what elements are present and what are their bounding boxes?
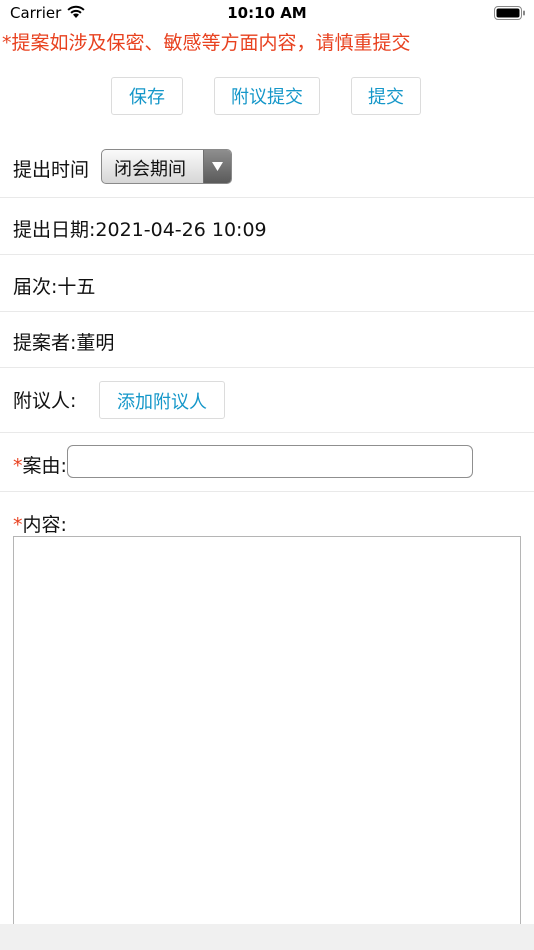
cosign-submit-button[interactable]: 附议提交 (214, 77, 320, 115)
session-text: 届次:十五 (13, 276, 96, 298)
content-label-wrap: *内容: (13, 510, 67, 537)
subject-input[interactable] (67, 445, 473, 478)
submit-time-selected: 闭会期间 (114, 159, 186, 180)
session-row: 届次:十五 (0, 255, 534, 312)
subject-label-wrap: *案由: (13, 451, 67, 478)
status-bar: Carrier 10:10 AM (0, 0, 534, 28)
submit-date-row: 提出日期:2021-04-26 10:09 (0, 198, 534, 255)
submit-time-label: 提出时间 (13, 159, 90, 181)
cosigner-row: 附议人: 添加附议人 (0, 368, 534, 433)
content-required-mark: * (13, 514, 23, 536)
submit-time-row: 提出时间 闭会期间 (0, 139, 534, 198)
proposer-text: 提案者:董明 (13, 332, 115, 354)
content-textarea[interactable] (13, 536, 521, 936)
triangle-down-icon (212, 162, 223, 171)
submit-button[interactable]: 提交 (351, 77, 421, 115)
content-label: 内容: (22, 514, 67, 536)
submit-date-text: 提出日期:2021-04-26 10:09 (13, 219, 267, 241)
subject-row: *案由: (0, 433, 534, 492)
battery-icon (494, 6, 525, 20)
clock: 10:10 AM (227, 4, 307, 22)
submit-time-select[interactable]: 闭会期间 (101, 149, 232, 184)
bottom-bar (0, 924, 534, 950)
proposer-row: 提案者:董明 (0, 312, 534, 368)
confidentiality-warning: *提案如涉及保密、敏感等方面内容，请慎重提交 (2, 32, 411, 54)
save-button[interactable]: 保存 (111, 77, 183, 115)
select-arrow-button[interactable] (203, 150, 231, 183)
add-cosigner-button[interactable]: 添加附议人 (99, 381, 225, 419)
subject-required-mark: * (13, 455, 23, 477)
subject-label: 案由: (22, 455, 67, 477)
cosigner-label: 附议人: (13, 390, 77, 412)
